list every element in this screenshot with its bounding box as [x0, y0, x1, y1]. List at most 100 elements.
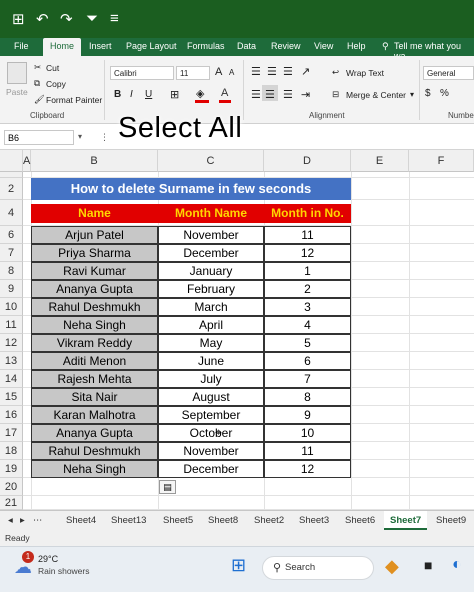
sheet-tab[interactable]: Sheet4 [66, 515, 96, 526]
fill-color-icon[interactable]: ◈ [196, 87, 204, 100]
scroll-right-icon[interactable]: ▸ [20, 515, 25, 526]
wrap-text-button[interactable]: Wrap Text [346, 68, 384, 78]
align-middle-icon[interactable]: ☰ [267, 65, 277, 78]
percent-icon[interactable]: % [440, 88, 449, 99]
header-name[interactable]: Name [31, 204, 158, 223]
row-header-18[interactable]: 18 [0, 442, 23, 460]
spreadsheet-grid[interactable]: A B C D E F 2 4 6 7 8 9 10 11 12 13 14 15 16 17 18 19 20… [0, 150, 474, 510]
cell-name[interactable]: Arjun Patel [31, 226, 158, 244]
indent-icon[interactable]: ⇥ [301, 88, 310, 101]
tab-home[interactable]: Home [43, 38, 82, 56]
autosave-icon[interactable]: ⊞ [12, 10, 25, 28]
cell-month-no[interactable]: 5 [264, 334, 351, 352]
row-header-6[interactable]: 6 [0, 226, 23, 244]
sheet-tab[interactable]: Sheet2 [254, 515, 284, 526]
shrink-font-button[interactable]: A [229, 68, 234, 77]
align-left-icon[interactable]: ☰ [251, 88, 261, 101]
cell-name[interactable]: Neha Singh [31, 460, 158, 478]
row-header-21[interactable]: 21 [0, 496, 23, 510]
cell-name[interactable]: Sita Nair [31, 388, 158, 406]
cell-name[interactable]: Priya Sharma [31, 244, 158, 262]
windows-start-icon[interactable]: ⊞ [231, 555, 246, 576]
cell-name[interactable]: Ananya Gupta [31, 424, 158, 442]
tab-formulas[interactable]: Formulas [187, 41, 225, 51]
chevron-down-icon[interactable]: ▾ [78, 132, 82, 141]
italic-button[interactable]: I [130, 89, 133, 100]
underline-button[interactable]: U [145, 89, 152, 100]
grow-font-button[interactable]: A [215, 66, 222, 78]
row-header-2[interactable]: 2 [0, 178, 23, 200]
column-header-f[interactable]: F [409, 150, 474, 172]
column-header-e[interactable]: E [351, 150, 409, 172]
copy-button[interactable]: Copy [46, 79, 66, 89]
row-header-19[interactable]: 19 [0, 460, 23, 478]
cell-month-no[interactable]: 4 [264, 316, 351, 334]
cell-month[interactable]: March [158, 298, 264, 316]
row-header-13[interactable]: 13 [0, 352, 23, 370]
tab-page-layout[interactable]: Page Layout [126, 41, 177, 51]
cell-month[interactable]: September [158, 406, 264, 424]
format-painter-button[interactable]: Format Painter [46, 95, 102, 105]
cell-month-no[interactable]: 6 [264, 352, 351, 370]
cell-month[interactable]: May [158, 334, 264, 352]
cell-month[interactable]: December [158, 244, 264, 262]
cell-month-no[interactable]: 10 [264, 424, 351, 442]
cell-month-no[interactable]: 3 [264, 298, 351, 316]
font-color-icon[interactable]: A [221, 87, 228, 99]
cell-month[interactable]: January [158, 262, 264, 280]
cell-month[interactable]: November [158, 442, 264, 460]
redo-icon[interactable]: ↷ [60, 10, 73, 28]
cell-month[interactable]: February [158, 280, 264, 298]
currency-icon[interactable]: $ [425, 88, 431, 99]
cell-name[interactable]: Neha Singh [31, 316, 158, 334]
column-header-c[interactable]: C [158, 150, 264, 172]
cell-name[interactable]: Rahul Deshmukh [31, 442, 158, 460]
more-sheets-icon[interactable]: ⋯ [33, 515, 43, 526]
align-top-icon[interactable]: ☰ [251, 65, 261, 78]
cell-month-no[interactable]: 2 [264, 280, 351, 298]
row-header-14[interactable]: 14 [0, 370, 23, 388]
cell-month[interactable]: October [158, 424, 264, 442]
font-size-select[interactable]: 11 [176, 66, 210, 80]
cut-button[interactable]: Cut [46, 63, 59, 73]
font-name-select[interactable]: Calibri [110, 66, 174, 80]
column-header-b[interactable]: B [31, 150, 158, 172]
row-header-15[interactable]: 15 [0, 388, 23, 406]
cell-month-no[interactable]: 8 [264, 388, 351, 406]
cell-name[interactable]: Ananya Gupta [31, 280, 158, 298]
sheet-tab[interactable]: Sheet5 [163, 515, 193, 526]
cell-month-no[interactable]: 11 [264, 226, 351, 244]
tab-insert[interactable]: Insert [89, 41, 112, 51]
cell-month-no[interactable]: 11 [264, 442, 351, 460]
tab-data[interactable]: Data [237, 41, 256, 51]
customize-icon[interactable]: ≡ [110, 10, 119, 27]
sheet-tab[interactable]: Sheet13 [111, 515, 146, 526]
cell-month-no[interactable]: 9 [264, 406, 351, 424]
align-bottom-icon[interactable]: ☰ [283, 65, 293, 78]
cell-month[interactable]: November [158, 226, 264, 244]
row-header-10[interactable]: 10 [0, 298, 23, 316]
tab-review[interactable]: Review [271, 41, 301, 51]
chevron-down-icon[interactable]: ▾ [410, 90, 414, 99]
cell-name[interactable]: Rajesh Mehta [31, 370, 158, 388]
paste-icon[interactable] [7, 62, 27, 84]
row-header-11[interactable]: 11 [0, 316, 23, 334]
browser-icon[interactable]: ◐ [452, 556, 462, 574]
cell-month-no[interactable]: 12 [264, 460, 351, 478]
row-header-16[interactable]: 16 [0, 406, 23, 424]
row-header-9[interactable]: 9 [0, 280, 23, 298]
cell-month-no[interactable]: 7 [264, 370, 351, 388]
row-header-7[interactable]: 7 [0, 244, 23, 262]
taskbar-search[interactable]: ⚲ Search [262, 556, 374, 580]
cell-name[interactable]: Aditi Menon [31, 352, 158, 370]
task-view-icon[interactable]: ■ [424, 557, 432, 573]
cell-month-no[interactable]: 1 [264, 262, 351, 280]
tab-help[interactable]: Help [347, 41, 366, 51]
bold-button[interactable]: B [114, 89, 121, 100]
name-box[interactable]: B6 [4, 130, 74, 145]
tab-view[interactable]: View [314, 41, 333, 51]
row-header-17[interactable]: 17 [0, 424, 23, 442]
tab-file[interactable]: File [14, 41, 29, 51]
borders-icon[interactable]: ⊞ [170, 88, 179, 101]
row-header-12[interactable]: 12 [0, 334, 23, 352]
